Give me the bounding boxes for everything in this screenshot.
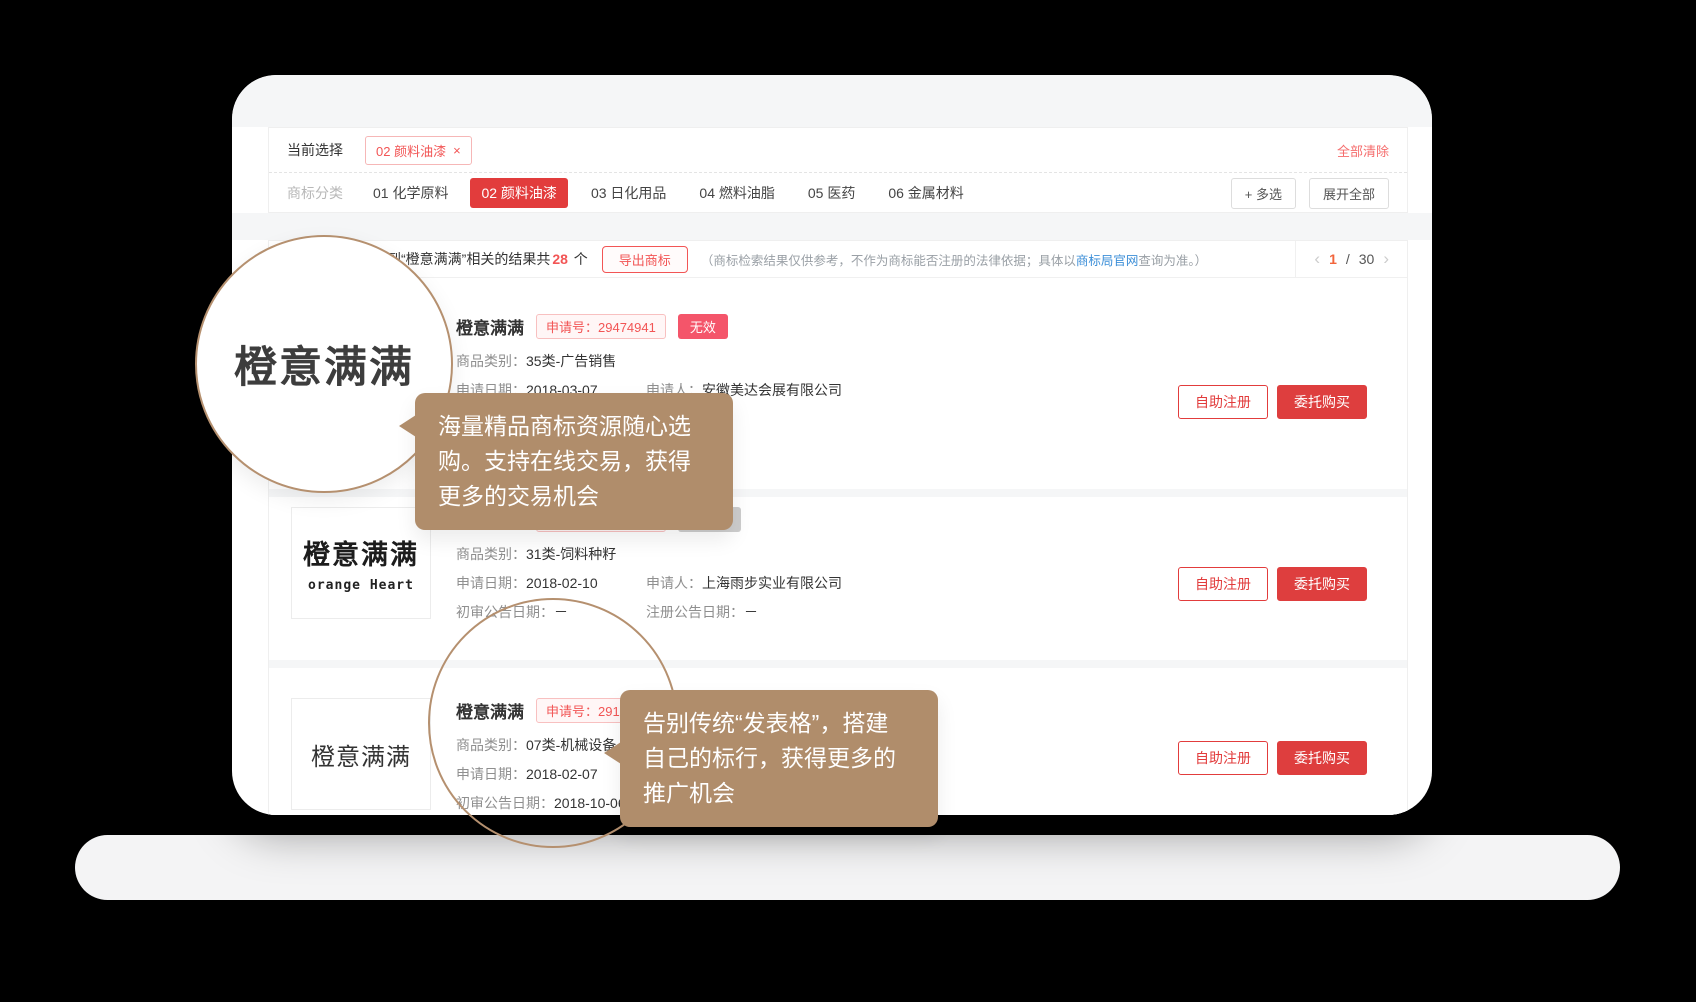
page: { "filter_bar": { "label": "当前选择", "tag_… <box>0 0 1696 1002</box>
filter-tag-label: 02 颜料油漆 <box>376 141 446 160</box>
results-summary-suffix: 个 <box>570 251 588 267</box>
window-top-bar <box>232 75 1432 127</box>
category-label: 商标分类 <box>287 183 343 203</box>
trademark-name[interactable]: 橙意满满 <box>456 698 524 723</box>
category-tab[interactable]: 01 化学原料 <box>373 183 448 203</box>
next-page-icon[interactable]: › <box>1383 249 1389 269</box>
magnified-trademark-text: 橙意满满 <box>234 333 414 395</box>
self-register-button[interactable]: 自助注册 <box>1178 567 1268 601</box>
panel-gap <box>232 213 1432 240</box>
current-page: 1 <box>1329 251 1337 267</box>
trademark-name[interactable]: 橙意满满 <box>456 314 524 339</box>
trademark-image-subtext: orange Heart <box>308 578 414 593</box>
category-tab[interactable]: 05 医药 <box>808 183 855 203</box>
detail-field: 申请人：上海雨步实业有限公司 <box>646 573 842 593</box>
multi-select-button[interactable]: + 多选 <box>1231 178 1296 209</box>
field-value: 2018-02-07 <box>526 766 598 782</box>
disclaimer-text: （商标检索结果仅供参考，不作为商标能否注册的法律依据；具体以商标局官网查询为准。… <box>701 250 1296 269</box>
field-label: 注册公告日期： <box>646 604 744 620</box>
field-label: 申请人： <box>646 575 702 591</box>
page-separator: / <box>1346 251 1350 267</box>
application-number-tag: 申请号：29474941 <box>536 314 666 339</box>
detail-line: 初审公告日期：－注册公告日期：－ <box>456 602 1178 622</box>
self-register-button[interactable]: 自助注册 <box>1178 385 1268 419</box>
export-trademarks-button[interactable]: 导出商标 <box>602 246 688 273</box>
trademark-image-text: 橙意满满 <box>303 533 419 572</box>
expand-all-button[interactable]: 展开全部 <box>1309 178 1389 209</box>
field-value: － <box>554 604 568 620</box>
category-actions: + 多选 展开全部 <box>1231 178 1389 209</box>
category-tab[interactable]: 06 金属材料 <box>888 183 963 203</box>
field-label: 申请日期： <box>456 575 526 591</box>
total-pages: 30 <box>1359 251 1375 267</box>
detail-line: 申请日期：2018-02-10申请人：上海雨步实业有限公司 <box>456 573 1178 593</box>
detail-field: 申请日期：2018-02-10 <box>456 573 646 593</box>
trademark-title-line: 橙意满满申请号：29474941 无效 <box>456 314 1178 339</box>
field-value: 31类-饲料种籽 <box>526 546 616 562</box>
category-tab[interactable]: 02 颜料油漆 <box>470 178 567 208</box>
field-value: 2018-02-10 <box>526 575 598 591</box>
field-label: 商品类别： <box>456 546 526 562</box>
category-tab[interactable]: 04 燃料油脂 <box>699 183 774 203</box>
detail-field: 申请日期：2018-02-07 <box>456 764 646 784</box>
clear-all-button[interactable]: 全部清除 <box>1337 141 1389 160</box>
disclaimer-post: 查询为准。） <box>1138 254 1207 268</box>
prev-page-icon[interactable]: ‹ <box>1314 249 1320 269</box>
field-label: 初审公告日期： <box>456 604 554 620</box>
field-value: 2018-10-06 <box>554 795 626 811</box>
detail-field: 注册公告日期：－ <box>646 602 758 622</box>
category-tab[interactable]: 03 日化用品 <box>591 183 666 203</box>
detail-field: 初审公告日期：2018-10-06 <box>456 793 646 813</box>
entrust-purchase-button[interactable]: 委托购买 <box>1277 385 1367 419</box>
category-row: 商标分类 01 化学原料 02 颜料油漆 03 日化用品 04 燃料油脂 05 医药 06… <box>269 173 1407 213</box>
field-label: 商品类别： <box>456 737 526 753</box>
entrust-purchase-button[interactable]: 委托购买 <box>1277 567 1367 601</box>
entrust-purchase-button[interactable]: 委托购买 <box>1277 741 1367 775</box>
field-value: 35类-广告销售 <box>526 353 616 369</box>
detail-line: 商品类别：31类-饲料种籽 <box>456 544 1178 564</box>
results-count: 28 <box>552 251 568 267</box>
results-header: 当前分类下检索到“橙意满满”相关的结果共28 个 导出商标 （商标检索结果仅供参… <box>269 241 1407 278</box>
trademark-image[interactable]: 橙意满满 <box>291 698 431 810</box>
row-actions: 自助注册委托购买 <box>1178 385 1367 419</box>
trademark-image[interactable]: 橙意满满 orange Heart <box>291 507 431 619</box>
field-value: － <box>744 604 758 620</box>
current-selection-label: 当前选择 <box>287 140 343 160</box>
detail-field: 初审公告日期：－ <box>456 602 646 622</box>
field-label: 申请日期： <box>456 766 526 782</box>
laptop-base <box>75 835 1620 900</box>
callout-bubble-marketplace: 海量精品商标资源随心选 购。支持在线交易，获得 更多的交易机会 <box>415 393 733 530</box>
row-actions: 自助注册委托购买 <box>1178 567 1367 601</box>
self-register-button[interactable]: 自助注册 <box>1178 741 1268 775</box>
field-value: 上海雨步实业有限公司 <box>702 575 842 591</box>
trademark-image-text: 橙意满满 <box>311 737 411 772</box>
field-label: 商品类别： <box>456 353 526 369</box>
selected-filter-tag[interactable]: 02 颜料油漆 × <box>365 136 472 165</box>
detail-field: 商品类别：31类-饲料种籽 <box>456 544 646 564</box>
disclaimer-pre: （商标检索结果仅供参考，不作为商标能否注册的法律依据；具体以 <box>701 254 1076 268</box>
field-label: 初审公告日期： <box>456 795 554 811</box>
trademark-office-link[interactable]: 商标局官网 <box>1076 254 1139 268</box>
row-separator <box>269 660 1407 668</box>
detail-field: 商品类别：35类-广告销售 <box>456 351 646 371</box>
filters-panel: 当前选择 02 颜料油漆 × 全部清除 商标分类 01 化学原料02 颜料油漆0… <box>268 127 1408 213</box>
row-actions: 自助注册委托购买 <box>1178 741 1367 775</box>
remove-filter-icon[interactable]: × <box>453 143 461 158</box>
callout-bubble-promotion: 告别传统“发表格”，搭建 自己的标行，获得更多的 推广机会 <box>620 690 938 827</box>
pagination: ‹ 1 / 30 › <box>1296 249 1407 269</box>
category-tabs: 01 化学原料 02 颜料油漆 03 日化用品 04 燃料油脂 05 医药 06 金属材料 <box>373 178 997 208</box>
current-selection-row: 当前选择 02 颜料油漆 × 全部清除 <box>269 128 1407 173</box>
detail-line: 商品类别：35类-广告销售 <box>456 351 1178 371</box>
status-badge: 无效 <box>678 314 728 339</box>
